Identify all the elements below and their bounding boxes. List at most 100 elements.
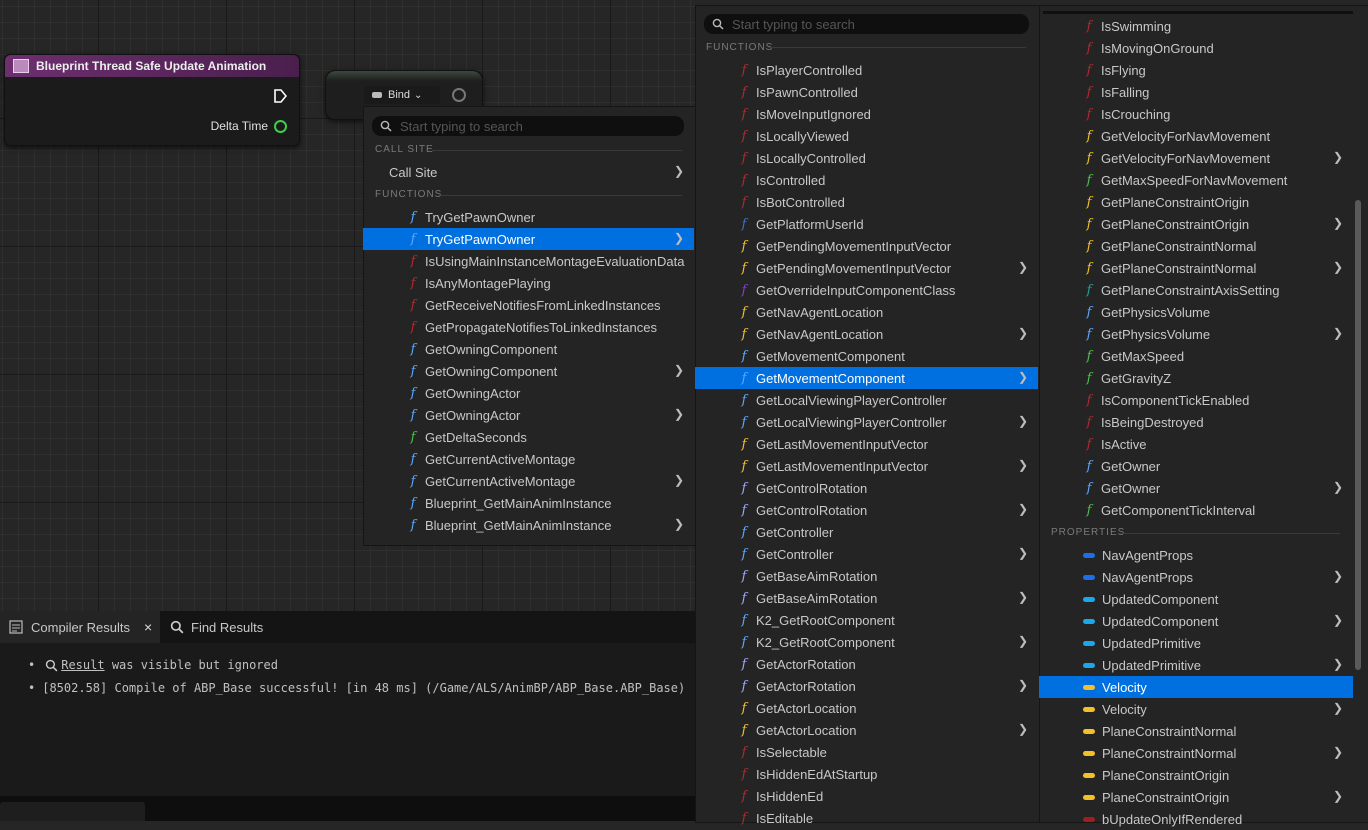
menu2-item[interactable]: f K2_GetRootComponent [695,609,1038,631]
event-node-header[interactable]: Blueprint Thread Safe Update Animation [5,55,299,77]
menu2-item[interactable]: f IsSelectable [695,741,1038,763]
bottom-tab[interactable] [0,802,145,821]
menu1-item[interactable]: f IsAnyMontagePlaying [363,272,694,294]
menu2-item[interactable]: f GetLocalViewingPlayerController [695,389,1038,411]
menu3-property-item[interactable]: NavAgentProps ❯ [1039,566,1353,588]
menu1-search-box[interactable] [372,116,684,136]
menu2-item[interactable]: f IsBotControlled [695,191,1038,213]
menu3-function-item[interactable]: f GetPlaneConstraintNormal ❯ [1039,257,1353,279]
menu2-item[interactable]: f GetBaseAimRotation [695,565,1038,587]
menu2-item[interactable]: f IsControlled [695,169,1038,191]
menu2-item[interactable]: f GetLastMovementInputVector ❯ [695,455,1038,477]
menu3-property-item[interactable]: UpdatedPrimitive ❯ [1039,654,1353,676]
menu2-item[interactable]: f GetControlRotation ❯ [695,499,1038,521]
menu1-search-input[interactable] [400,118,666,134]
menu1-item[interactable]: f GetDeltaSeconds [363,426,694,448]
exec-pin-icon[interactable] [273,89,287,103]
menu2-search-box[interactable] [704,14,1029,34]
menu2-item[interactable]: f GetPlatformUserId [695,213,1038,235]
menu2-item[interactable]: f GetActorRotation ❯ [695,675,1038,697]
menu3-scrollbar[interactable] [1355,200,1361,670]
menu2-item[interactable]: f IsHiddenEdAtStartup [695,763,1038,785]
menu3-function-item[interactable]: f GetPlaneConstraintAxisSetting [1039,279,1353,301]
menu3-function-item[interactable]: f GetMaxSpeed [1039,345,1353,367]
menu3-function-item[interactable]: f IsSwimming [1039,15,1353,37]
menu3-property-item[interactable]: PlaneConstraintOrigin [1039,764,1353,786]
menu2-item[interactable]: f K2_GetRootComponent ❯ [695,631,1038,653]
menu1-callsite-item[interactable]: Call Site ❯ [363,161,694,183]
menu1-item[interactable]: f GetOwningComponent ❯ [363,360,694,382]
result-link[interactable]: Result [61,658,104,672]
bind-output-pin-icon[interactable] [452,88,466,102]
menu1-item[interactable]: f GetOwningActor [363,382,694,404]
menu3-function-item[interactable]: f GetPlaneConstraintOrigin ❯ [1039,213,1353,235]
menu2-item[interactable]: f IsMoveInputIgnored [695,103,1038,125]
menu2-item[interactable]: f GetActorLocation ❯ [695,719,1038,741]
menu1-item[interactable]: f GetReceiveNotifiesFromLinkedInstances [363,294,694,316]
menu2-item[interactable]: f IsLocallyViewed [695,125,1038,147]
menu2-item[interactable]: f GetOverrideInputComponentClass [695,279,1038,301]
menu3-function-item[interactable]: f GetPlaneConstraintOrigin [1039,191,1353,213]
menu1-item[interactable]: f GetOwningComponent [363,338,694,360]
menu3-function-item[interactable]: f IsMovingOnGround [1039,37,1353,59]
tab-compiler-results[interactable]: Compiler Results × [0,611,160,643]
menu2-item[interactable]: f GetNavAgentLocation [695,301,1038,323]
menu2-item[interactable]: f IsEditable [695,807,1038,829]
menu2-item[interactable]: f IsPawnControlled [695,81,1038,103]
menu3-function-item[interactable]: f IsComponentTickEnabled [1039,389,1353,411]
menu2-item[interactable]: f GetController ❯ [695,543,1038,565]
menu3-function-item[interactable]: f IsBeingDestroyed [1039,411,1353,433]
menu3-function-item[interactable]: f GetGravityZ [1039,367,1353,389]
menu3-function-item[interactable]: f GetVelocityForNavMovement ❯ [1039,147,1353,169]
menu1-item[interactable]: f TryGetPawnOwner [363,206,694,228]
menu1-item[interactable]: f GetPropagateNotifiesToLinkedInstances [363,316,694,338]
menu3-function-item[interactable]: f GetPhysicsVolume [1039,301,1353,323]
menu3-property-item[interactable]: PlaneConstraintNormal [1039,720,1353,742]
close-icon[interactable]: × [144,619,152,635]
menu3-property-item[interactable]: Velocity [1039,676,1353,698]
menu2-item[interactable]: f GetMovementComponent [695,345,1038,367]
menu2-item[interactable]: f GetControlRotation [695,477,1038,499]
menu2-item[interactable]: f IsHiddenEd [695,785,1038,807]
menu2-item[interactable]: f GetActorLocation [695,697,1038,719]
menu3-property-item[interactable]: PlaneConstraintOrigin ❯ [1039,786,1353,808]
menu3-property-item[interactable]: bUpdateOnlyIfRendered [1039,808,1353,830]
menu3-function-item[interactable]: f IsCrouching [1039,103,1353,125]
menu2-item[interactable]: f GetController [695,521,1038,543]
menu2-item[interactable]: f GetPendingMovementInputVector [695,235,1038,257]
menu3-property-item[interactable]: Velocity ❯ [1039,698,1353,720]
menu3-function-item[interactable]: f IsFlying [1039,59,1353,81]
menu2-item[interactable]: f IsPlayerControlled [695,59,1038,81]
menu2-item[interactable]: f IsLocallyControlled [695,147,1038,169]
delta-time-pin-icon[interactable] [274,119,287,133]
menu1-item[interactable]: f GetCurrentActiveMontage [363,448,694,470]
menu3-function-item[interactable]: f GetMaxSpeedForNavMovement [1039,169,1353,191]
menu2-search-input[interactable] [732,16,1009,32]
menu2-item[interactable]: f GetPendingMovementInputVector ❯ [695,257,1038,279]
menu3-function-item[interactable]: f GetComponentTickInterval [1039,499,1353,521]
menu1-item[interactable]: f GetCurrentActiveMontage ❯ [363,470,694,492]
menu3-property-item[interactable]: UpdatedComponent ❯ [1039,610,1353,632]
bind-dropdown-button[interactable]: Bind ⌄ [364,86,440,104]
menu3-property-item[interactable]: PlaneConstraintNormal ❯ [1039,742,1353,764]
menu2-item[interactable]: f GetNavAgentLocation ❯ [695,323,1038,345]
menu1-item[interactable]: f GetOwningActor ❯ [363,404,694,426]
menu1-item[interactable]: f TryGetPawnOwner ❯ [363,228,694,250]
menu3-function-item[interactable]: f GetOwner ❯ [1039,477,1353,499]
tab-find-results[interactable]: Find Results [170,611,263,643]
event-node[interactable]: Blueprint Thread Safe Update Animation D… [4,54,300,146]
menu3-property-item[interactable]: UpdatedPrimitive [1039,632,1353,654]
menu3-property-item[interactable]: UpdatedComponent [1039,588,1353,610]
menu1-item[interactable]: f Blueprint_GetMainAnimInstance ❯ [363,514,694,536]
menu2-item[interactable]: f GetActorRotation [695,653,1038,675]
menu2-item[interactable]: f GetMovementComponent ❯ [695,367,1038,389]
menu2-item[interactable]: f GetBaseAimRotation ❯ [695,587,1038,609]
menu1-item[interactable]: f Blueprint_GetMainAnimInstance [363,492,694,514]
menu1-item[interactable]: f IsUsingMainInstanceMontageEvaluationDat… [363,250,694,272]
menu3-function-item[interactable]: f GetVelocityForNavMovement [1039,125,1353,147]
menu3-function-item[interactable]: f IsActive [1039,433,1353,455]
menu2-item[interactable]: f GetLocalViewingPlayerController ❯ [695,411,1038,433]
menu3-function-item[interactable]: f GetPlaneConstraintNormal [1039,235,1353,257]
menu3-function-item[interactable]: f GetOwner [1039,455,1353,477]
menu3-property-item[interactable]: NavAgentProps [1039,544,1353,566]
